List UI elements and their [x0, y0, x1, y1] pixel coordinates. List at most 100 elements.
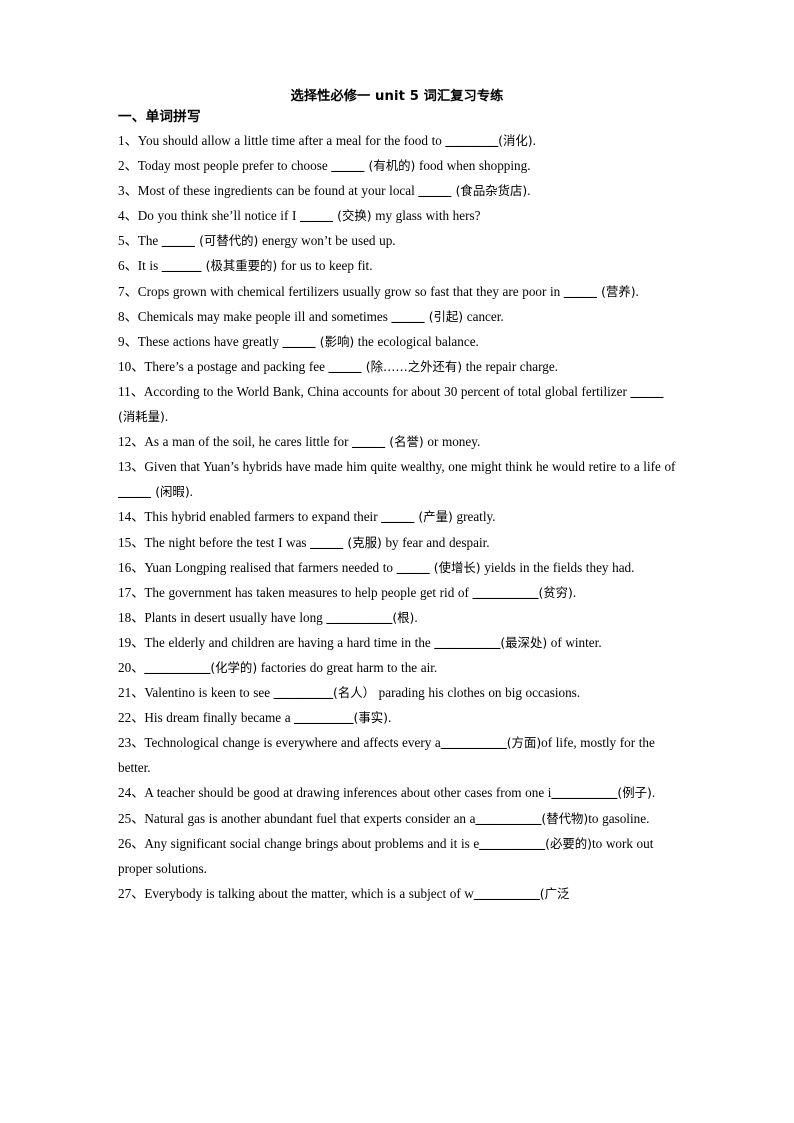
question-number: 2、 — [118, 158, 138, 174]
question-text-after: . — [164, 409, 169, 425]
question-item: 6、It is ______ (极其重要的) for us to keep fi… — [118, 253, 676, 278]
answer-blank[interactable]: _____ — [162, 233, 195, 248]
question-hint-chinese: (广泛 — [539, 885, 570, 901]
question-text-before: The — [137, 233, 162, 249]
question-hint-chinese: (克服) — [343, 534, 382, 550]
question-text-before: Do you think she’ll notice if I — [137, 208, 300, 224]
question-text-after: the ecological balance. — [354, 333, 479, 349]
question-text-after: . — [651, 785, 656, 801]
question-text-after: for us to keep fit. — [277, 258, 373, 274]
question-text-after: . — [414, 609, 418, 625]
question-number: 24、 — [118, 785, 145, 801]
question-text-after: greatly. — [452, 509, 496, 525]
question-number: 26、 — [118, 835, 145, 851]
answer-blank[interactable]: __________ — [475, 811, 541, 826]
question-number: 21、 — [118, 685, 145, 701]
answer-blank[interactable]: _____ — [283, 334, 316, 349]
question-item: 23、Technological change is everywhere an… — [118, 730, 676, 780]
question-number: 15、 — [118, 534, 145, 550]
question-hint-chinese: (替代物) — [541, 810, 589, 826]
answer-blank[interactable]: _____ — [564, 284, 597, 299]
question-list: 1、You should allow a little time after a… — [118, 128, 676, 906]
question-text-after: cancer. — [463, 308, 504, 324]
question-text-after: factories do great harm to the air. — [257, 659, 438, 675]
question-item: 10、There’s a postage and packing fee ___… — [118, 354, 676, 379]
question-text-before: Technological change is everywhere and a… — [144, 735, 441, 751]
answer-blank[interactable]: __________ — [326, 610, 392, 625]
question-hint-chinese: (影响) — [315, 333, 355, 349]
question-text-before: You should allow a little time after a m… — [137, 133, 446, 148]
answer-blank[interactable]: _________ — [274, 685, 333, 700]
question-item: 18、Plants in desert usually have long __… — [118, 605, 676, 630]
answer-blank[interactable]: ______ — [162, 258, 202, 273]
answer-blank[interactable]: _____ — [397, 560, 430, 575]
answer-blank[interactable]: __________ — [551, 785, 617, 800]
question-text-after: to gasoline. — [588, 810, 650, 826]
answer-blank[interactable]: __________ — [473, 585, 539, 600]
question-text-before: Any significant social change brings abo… — [144, 835, 480, 851]
question-item: 8、Chemicals may make people ill and some… — [118, 304, 676, 329]
question-text-before: Natural gas is another abundant fuel tha… — [144, 810, 476, 826]
question-text-before: This hybrid enabled farmers to expand th… — [144, 509, 382, 525]
question-number: 5、 — [118, 233, 138, 249]
question-number: 9、 — [118, 333, 138, 349]
question-number: 7、 — [118, 283, 138, 299]
question-hint-chinese: (有机的) — [364, 158, 416, 174]
answer-blank[interactable]: _____ — [310, 535, 343, 550]
question-text-before: Given that Yuan’s hybrids have made him … — [144, 459, 676, 475]
question-text-after: the repair charge. — [462, 358, 559, 374]
question-hint-chinese: (消耗量) — [118, 409, 165, 425]
question-text-before: His dream finally became a — [144, 710, 295, 726]
question-number: 11、 — [118, 383, 144, 399]
question-number: 3、 — [118, 183, 138, 199]
question-item: 27、Everybody is talking about the matter… — [118, 881, 676, 906]
question-hint-chinese: (方面) — [506, 735, 542, 751]
question-text-before: Valentino is keen to see — [144, 685, 274, 701]
question-text-before: Today most people prefer to choose — [137, 158, 332, 174]
answer-blank[interactable]: _____ — [630, 384, 663, 399]
answer-blank[interactable]: __________ — [144, 660, 210, 675]
answer-blank[interactable]: _____ — [352, 434, 385, 449]
question-number: 19、 — [118, 634, 145, 650]
question-text-before: Plants in desert usually have long — [144, 609, 327, 625]
answer-blank[interactable]: _____ — [381, 509, 414, 524]
question-text-after: . — [527, 183, 531, 199]
question-hint-chinese: (营养) — [596, 283, 636, 299]
answer-blank[interactable]: _____ — [118, 484, 151, 499]
question-text-after: energy won’t be used up. — [258, 233, 396, 249]
question-text-after: . — [189, 484, 193, 500]
answer-blank[interactable]: _____ — [331, 158, 364, 173]
answer-blank[interactable]: _____ — [300, 208, 333, 223]
question-item: 21、Valentino is keen to see _________(名人… — [118, 680, 676, 705]
question-item: 12、As a man of the soil, he cares little… — [118, 429, 676, 454]
answer-blank[interactable]: _____ — [418, 183, 451, 198]
answer-blank[interactable]: __________ — [441, 735, 507, 750]
question-hint-chinese: (除……之外还有) — [361, 358, 463, 374]
question-hint-chinese: (可替代的) — [194, 233, 259, 249]
answer-blank[interactable]: ________ — [445, 133, 498, 148]
question-number: 16、 — [118, 559, 145, 575]
answer-blank[interactable]: _____ — [329, 359, 362, 374]
question-number: 4、 — [118, 208, 138, 224]
question-item: 24、A teacher should be good at drawing i… — [118, 780, 676, 805]
question-hint-chinese: (化学的) — [210, 659, 258, 675]
answer-blank[interactable]: __________ — [434, 635, 500, 650]
question-text-before: There’s a postage and packing fee — [144, 358, 329, 374]
question-hint-chinese: (消化) — [498, 133, 533, 148]
question-hint-chinese: (极其重要的) — [201, 258, 278, 274]
answer-blank[interactable]: __________ — [474, 886, 540, 901]
question-text-before: Yuan Longping realised that farmers need… — [144, 559, 397, 575]
question-hint-chinese: (事实) — [353, 710, 388, 726]
question-text-after: yields in the fields they had. — [480, 559, 635, 575]
question-text-after: by fear and despair. — [381, 534, 490, 550]
question-item: 11、According to the World Bank, China ac… — [118, 379, 676, 429]
question-number: 14、 — [118, 509, 145, 525]
question-item: 19、The elderly and children are having a… — [118, 630, 676, 655]
question-text-before: Everybody is talking about the matter, w… — [144, 885, 474, 901]
question-text-before: A teacher should be good at drawing infe… — [144, 785, 552, 801]
answer-blank[interactable]: __________ — [479, 836, 545, 851]
question-number: 18、 — [118, 609, 145, 625]
answer-blank[interactable]: _____ — [391, 309, 424, 324]
answer-blank[interactable]: _________ — [294, 710, 353, 725]
question-text-before: It is — [137, 258, 162, 274]
